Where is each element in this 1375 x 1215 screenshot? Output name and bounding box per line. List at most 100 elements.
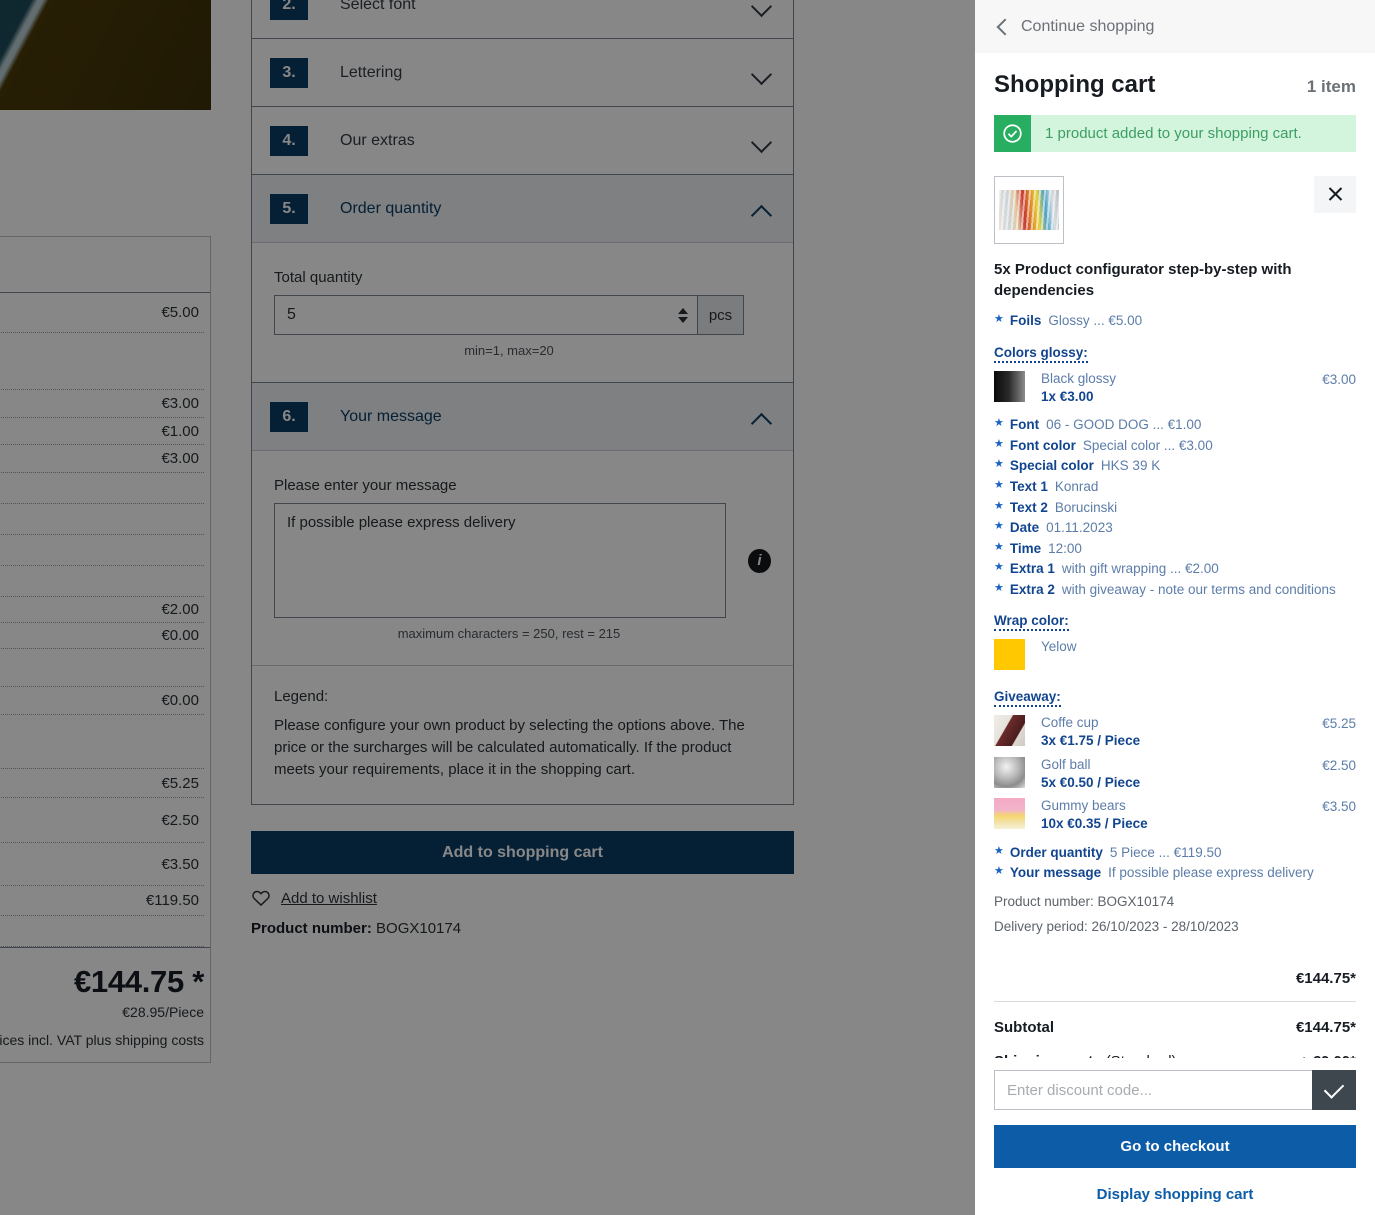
option-key: Time	[1009, 540, 1042, 556]
cart-item-thumbnail[interactable]	[994, 176, 1064, 244]
group-row-text: Golf ball 5x €0.50 / Piece	[1041, 757, 1322, 791]
cart-item-header	[994, 176, 1356, 244]
cart-option-row: ★ Text 1 Konrad	[994, 478, 1356, 496]
star-icon: ★	[994, 437, 1004, 450]
group-row-name: Black glossy	[1041, 370, 1117, 386]
group-row-text: Yelow	[1041, 639, 1356, 656]
option-key: Extra 2	[1009, 581, 1055, 597]
discount-row	[994, 1070, 1356, 1110]
option-key: Date	[1009, 520, 1040, 536]
wrap-color-group: Wrap color: Yelow	[994, 601, 1356, 671]
cart-footer: Go to checkout Display shopping cart	[975, 1058, 1375, 1215]
offcanvas-cart: Continue shopping Shopping cart 1 item 1…	[975, 0, 1375, 1215]
wrap-color-rows: Yelow	[994, 639, 1356, 671]
group-row-price: €5.25	[1322, 716, 1356, 732]
subtotal-label: Subtotal	[994, 1018, 1054, 1036]
option-value: 12:00	[1048, 540, 1082, 556]
cart-item-count: 1 item	[1306, 77, 1356, 96]
option-key: Text 2	[1009, 499, 1048, 515]
display-shopping-cart-link[interactable]: Display shopping cart	[994, 1186, 1356, 1203]
group-row-price: €3.00	[1322, 371, 1356, 387]
option-key: Font	[1009, 417, 1040, 433]
option-key: Foils	[1009, 313, 1042, 329]
divider	[994, 1000, 1356, 1002]
group-row-price: €2.50	[1322, 757, 1356, 773]
star-icon: ★	[994, 844, 1004, 857]
star-icon: ★	[994, 520, 1004, 533]
giveaway-thumbnail	[994, 756, 1025, 788]
star-icon: ★	[994, 581, 1004, 594]
cart-title-row: Shopping cart 1 item	[994, 53, 1356, 99]
group-row-text: Coffe cup 3x €1.75 / Piece	[1041, 715, 1322, 749]
option-value: Borucinski	[1054, 499, 1118, 515]
cart-option-group-row: Golf ball 5x €0.50 / Piece €2.50	[994, 756, 1356, 791]
group-row-name: Coffe cup	[1041, 715, 1099, 731]
cart-item-product-number: Product number: BOGX10174	[994, 893, 1175, 909]
star-icon: ★	[994, 417, 1004, 430]
cart-option-row: ★ Extra 2 with giveaway - note our terms a…	[994, 581, 1356, 599]
cart-item-name: 5x Product configurator step-by-step wit…	[994, 261, 1292, 299]
colors-group-heading: Colors glossy:	[994, 345, 1088, 363]
star-icon: ★	[994, 313, 1004, 326]
star-icon: ★	[994, 561, 1004, 574]
colors-group: Colors glossy: Black glossy 1x €3.00 €3.00	[994, 333, 1356, 405]
giveaway-group: Giveaway: Coffe cup 3x €1.75 / Piece €5.25…	[994, 677, 1356, 832]
check-icon	[1323, 1077, 1345, 1099]
cart-option-group-row: Coffe cup 3x €1.75 / Piece €5.25	[994, 715, 1356, 749]
group-row-qty: 5x €0.50 / Piece	[1041, 774, 1141, 790]
success-alert-text: 1 product added to your shopping cart.	[1045, 125, 1302, 142]
color-swatch	[994, 639, 1025, 671]
group-row-qty: 3x €1.75 / Piece	[1041, 733, 1141, 749]
star-icon: ★	[994, 478, 1004, 491]
star-icon: ★	[994, 540, 1004, 553]
group-row-price: €3.50	[1322, 799, 1356, 815]
success-alert: 1 product added to your shopping cart.	[994, 115, 1356, 152]
subtotal-row: Subtotal €144.75*	[994, 1019, 1356, 1036]
option-value: Konrad	[1054, 478, 1099, 494]
cart-item-options-after: ★ Order quantity 5 Piece ... €119.50 ★ Your …	[994, 844, 1356, 882]
discount-code-input[interactable]	[994, 1070, 1312, 1110]
colors-group-rows: Black glossy 1x €3.00 €3.00	[994, 370, 1356, 405]
cart-option-row: ★ Date 01.11.2023	[994, 519, 1356, 537]
option-value: with gift wrapping ... €2.00	[1061, 561, 1219, 577]
group-row-text: Black glossy 1x €3.00	[1041, 371, 1322, 405]
apply-discount-button[interactable]	[1312, 1070, 1356, 1110]
cart-option-row: ★ Font 06 - GOOD DOG ... €1.00	[994, 416, 1356, 434]
continue-shopping-button[interactable]: Continue shopping	[975, 0, 1375, 53]
chevron-left-icon	[994, 19, 1010, 35]
option-value: Special color ... €3.00	[1082, 437, 1213, 453]
option-key: Special color	[1009, 458, 1094, 474]
cart-option-row: ★ Font color Special color ... €3.00	[994, 437, 1356, 455]
thumbnail-image	[999, 190, 1059, 230]
option-value: HKS 39 K	[1100, 458, 1161, 474]
cart-option-row: ★ Special color HKS 39 K	[994, 457, 1356, 475]
continue-shopping-label: Continue shopping	[1021, 17, 1155, 35]
giveaway-heading: Giveaway:	[994, 689, 1061, 708]
cart-option-row: ★ Extra 1 with gift wrapping ... €2.00	[994, 560, 1356, 578]
option-value: with giveaway - note our terms and condi…	[1061, 581, 1336, 597]
cart-body: Shopping cart 1 item 1 product added to …	[975, 53, 1375, 1058]
screen: TEX €5.00€3.00€1.00€3.00€2.00€0.00€0.00€…	[0, 0, 1375, 1215]
option-value: If possible please express delivery	[1108, 865, 1314, 881]
cart-option-row: ★ Time 12:00	[994, 540, 1356, 558]
cart-item-price: €144.75*	[1295, 969, 1356, 987]
option-key: Extra 1	[1009, 561, 1055, 577]
cart-option-row: ★ Order quantity 5 Piece ... €119.50	[994, 844, 1356, 862]
group-row-name: Yelow	[1041, 639, 1077, 655]
group-row-name: Golf ball	[1041, 756, 1091, 772]
group-row-qty: 1x €3.00	[1041, 388, 1094, 404]
option-key: Order quantity	[1009, 844, 1103, 860]
remove-item-button[interactable]	[1314, 176, 1356, 213]
option-key: Text 1	[1009, 478, 1048, 494]
cart-option-group-row: Black glossy 1x €3.00 €3.00	[994, 370, 1356, 405]
cart-item-delivery-period: Delivery period: 26/10/2023 - 28/10/2023	[994, 918, 1239, 934]
group-row-qty: 10x €0.35 / Piece	[1041, 815, 1148, 831]
cart-item-options-mid: ★ Font 06 - GOOD DOG ... €1.00 ★ Font color S…	[994, 416, 1356, 598]
giveaway-thumbnail	[994, 715, 1025, 747]
option-value: 01.11.2023	[1046, 520, 1113, 536]
page-title: Shopping cart	[994, 71, 1156, 98]
go-to-checkout-button[interactable]: Go to checkout	[994, 1125, 1356, 1168]
group-row-text: Gummy bears 10x €0.35 / Piece	[1041, 798, 1322, 832]
star-icon: ★	[994, 499, 1004, 512]
color-swatch	[994, 370, 1025, 402]
